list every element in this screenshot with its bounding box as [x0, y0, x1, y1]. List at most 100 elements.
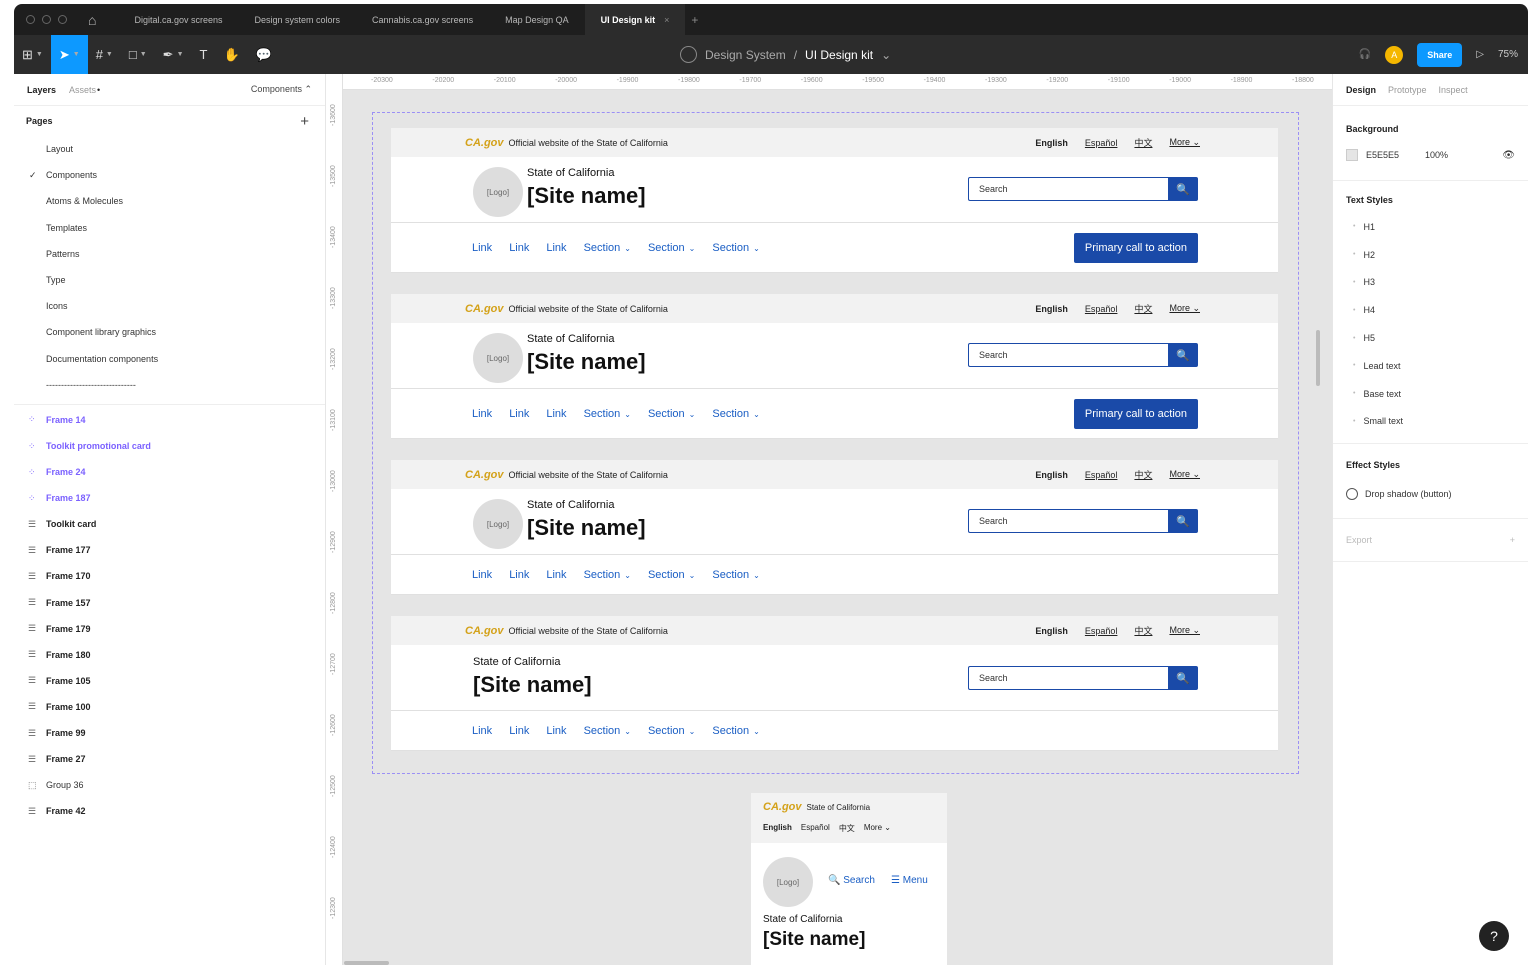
lang-more[interactable]: More ⌄ [1169, 137, 1200, 148]
tab-digital[interactable]: Digital.ca.gov screens [118, 4, 238, 35]
help-button[interactable]: ? [1479, 921, 1509, 951]
lang-english[interactable]: English [763, 823, 792, 834]
layer-item[interactable]: ☰ Frame 170 [14, 563, 325, 589]
search-icon[interactable]: 🔍 [1168, 509, 1198, 533]
comment-tool[interactable]: 💬 [248, 35, 280, 74]
home-icon[interactable]: ⌂ [88, 12, 96, 28]
search-input[interactable]: Search [968, 177, 1168, 201]
color-swatch[interactable] [1346, 149, 1358, 161]
tab-prototype[interactable]: Prototype [1388, 85, 1427, 95]
canvas[interactable]: -13600 -13500 -13400 -13300 -13200 -13100 -130… [327, 74, 1332, 965]
layer-item[interactable]: ☰ Frame 27 [14, 746, 325, 772]
layer-item[interactable]: ⁘ Frame 187 [14, 485, 325, 511]
nav-link[interactable]: Link [472, 569, 492, 581]
mobile-header[interactable]: CA.gov State of California English Españo… [751, 793, 947, 965]
layer-item[interactable]: ☰ Toolkit card [14, 511, 325, 537]
shape-tool[interactable]: □ ▼ [121, 35, 155, 74]
page-item[interactable]: Type [14, 267, 325, 293]
nav-link[interactable]: Link [509, 725, 529, 737]
page-item[interactable]: Atoms & Molecules [14, 188, 325, 214]
search-icon[interactable]: 🔍 [1168, 177, 1198, 201]
nav-link[interactable]: Link [546, 725, 566, 737]
nav-section-dropdown[interactable]: Section ⌄ [712, 242, 759, 254]
lang-english[interactable]: English [1035, 470, 1068, 480]
layer-item[interactable]: ☰ Frame 105 [14, 668, 325, 694]
layer-item[interactable]: ⁘ Frame 24 [14, 459, 325, 485]
lang-espanol[interactable]: Español [1085, 470, 1118, 480]
nav-link[interactable]: Link [472, 725, 492, 737]
text-tool[interactable]: T [192, 35, 216, 74]
search-input[interactable]: Search [968, 509, 1168, 533]
lang-chinese[interactable]: 中文 [1134, 136, 1152, 149]
main-menu-button[interactable]: ⊞ ▼ [14, 35, 51, 74]
search-box[interactable]: Search 🔍 [968, 666, 1198, 690]
nav-section-dropdown[interactable]: Section ⌄ [712, 569, 759, 581]
lang-more[interactable]: More ⌄ [1169, 303, 1200, 314]
tab-design[interactable]: Design [1346, 85, 1376, 95]
search-box[interactable]: Search 🔍 [968, 177, 1198, 201]
layer-item[interactable]: ☰ Frame 179 [14, 616, 325, 642]
lang-chinese[interactable]: 中文 [1134, 624, 1152, 637]
lang-english[interactable]: English [1035, 626, 1068, 636]
lang-chinese[interactable]: 中文 [1134, 468, 1152, 481]
user-avatar[interactable]: A [1385, 45, 1404, 64]
page-item[interactable]: ------------------------------ [14, 372, 325, 398]
mobile-menu-button[interactable]: ☰ Menu [891, 875, 928, 886]
layer-item[interactable]: ☰ Frame 180 [14, 642, 325, 668]
tab-cannabis[interactable]: Cannabis.ca.gov screens [356, 4, 489, 35]
layer-item[interactable]: ☰ Frame 99 [14, 720, 325, 746]
search-box[interactable]: Search 🔍 [968, 509, 1198, 533]
lang-english[interactable]: English [1035, 304, 1068, 314]
tab-ui-design-kit[interactable]: UI Design kit × [584, 4, 686, 35]
mobile-search-button[interactable]: 🔍 Search [828, 875, 875, 886]
nav-section-dropdown[interactable]: Section ⌄ [712, 725, 759, 737]
layer-item[interactable]: ⁘ Toolkit promotional card [14, 433, 325, 459]
share-button[interactable]: Share [1417, 42, 1463, 67]
layer-item[interactable]: ☰ Frame 42 [14, 798, 325, 824]
search-icon[interactable]: 🔍 [1168, 666, 1198, 690]
lang-more[interactable]: More ⌄ [1169, 469, 1200, 480]
close-tab-icon[interactable]: × [664, 15, 669, 25]
primary-cta-button[interactable]: Primary call to action [1073, 399, 1198, 429]
text-style-item[interactable]: • H3 [1346, 269, 1515, 297]
search-input[interactable]: Search [968, 666, 1168, 690]
lang-espanol[interactable]: Español [1085, 138, 1118, 148]
search-input[interactable]: Search [968, 343, 1168, 367]
nav-link[interactable]: Link [509, 569, 529, 581]
add-export-icon[interactable]: + [1510, 535, 1515, 545]
page-item[interactable]: ✓ Components [14, 162, 325, 188]
bg-opacity[interactable]: 100% [1425, 150, 1448, 160]
nav-link[interactable]: Link [509, 242, 529, 254]
nav-section-dropdown[interactable]: Section ⌄ [584, 242, 631, 254]
new-tab-icon[interactable]: + [691, 13, 698, 27]
pen-tool[interactable]: ✒ ▼ [155, 35, 192, 74]
page-item[interactable]: Templates [14, 215, 325, 241]
nav-link[interactable]: Link [546, 242, 566, 254]
move-tool[interactable]: ➤ ▼ [50, 35, 88, 74]
maximize-dot[interactable] [58, 15, 67, 24]
layer-item[interactable]: ☰ Frame 100 [14, 694, 325, 720]
chevron-down-icon[interactable]: ⌄ [881, 48, 891, 62]
nav-section-dropdown[interactable]: Section ⌄ [584, 408, 631, 420]
page-item[interactable]: Layout [14, 136, 325, 162]
hand-tool[interactable]: ✋ [215, 35, 247, 74]
text-style-item[interactable]: • H2 [1346, 241, 1515, 269]
project-name[interactable]: Design System [705, 48, 786, 62]
text-style-item[interactable]: • H4 [1346, 296, 1515, 324]
nav-link[interactable]: Link [546, 408, 566, 420]
nav-section-dropdown[interactable]: Section ⌄ [648, 408, 695, 420]
nav-link[interactable]: Link [509, 408, 529, 420]
nav-link[interactable]: Link [472, 242, 492, 254]
headphones-icon[interactable]: 🎧 [1359, 49, 1371, 60]
lang-espanol[interactable]: Español [801, 823, 830, 834]
tab-layers[interactable]: Layers [27, 85, 56, 95]
minimize-dot[interactable] [42, 15, 51, 24]
effect-style-item[interactable]: Drop shadow (button) [1346, 478, 1515, 510]
lang-more[interactable]: More ⌄ [864, 823, 891, 834]
lang-espanol[interactable]: Español [1085, 626, 1118, 636]
layer-item[interactable]: ⁘ Frame 14 [14, 407, 325, 433]
tab-inspect[interactable]: Inspect [1439, 85, 1468, 95]
tab-assets[interactable]: Assets [69, 85, 96, 95]
lang-more[interactable]: More ⌄ [1169, 625, 1200, 636]
search-box[interactable]: Search 🔍 [968, 343, 1198, 367]
